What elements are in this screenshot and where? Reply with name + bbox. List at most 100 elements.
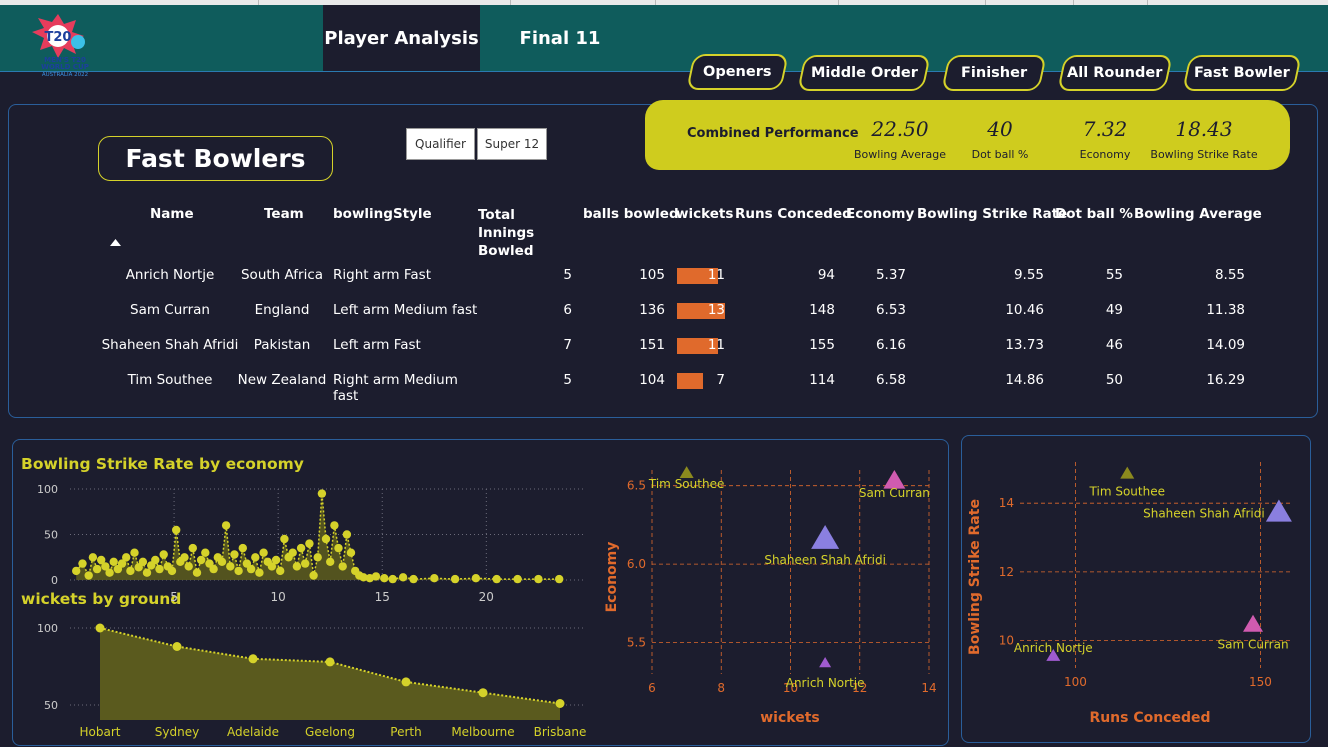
chart1-point (326, 557, 335, 566)
chart1-point (301, 559, 310, 568)
chart1-point (292, 562, 302, 571)
chart1-point (534, 574, 543, 584)
chart3-ytick-label: 6.5 (627, 479, 646, 493)
chart4-point (1120, 466, 1135, 479)
chart1-point (296, 543, 306, 553)
chart1-point (450, 574, 460, 584)
chart2-category-label: Melbourne (451, 725, 514, 739)
chart1-point (271, 555, 281, 565)
chart4-point-label: Sam Curran (1217, 638, 1288, 652)
chart1-point (251, 553, 260, 562)
chart1-point (513, 574, 522, 584)
chart4-ytick-label: 14 (999, 496, 1014, 510)
chart2-category-label: Adelaide (227, 725, 279, 739)
chart4-y-axis-title: Bowling Strike Rate (967, 499, 983, 655)
chart1-point (280, 534, 289, 544)
chart1-xtick-label: 10 (271, 590, 286, 604)
chart1-point (130, 548, 139, 557)
chart1-ytick-label: 100 (37, 483, 58, 496)
chart1-point (313, 553, 322, 562)
chart4-xtick-label: 100 (1064, 675, 1087, 689)
chart1-point (221, 521, 231, 530)
chart1-point (338, 562, 347, 571)
chart3-point (811, 525, 840, 549)
chart1-point (172, 525, 181, 535)
chart1-xtick-label: 15 (375, 590, 390, 604)
chart1-point (196, 555, 206, 565)
chart4-x-axis-title: Runs Conceded (1089, 710, 1210, 726)
chart2-category-label: Sydney (155, 725, 199, 739)
chart3-point-label: Anrich Nortje (786, 676, 865, 690)
chart1-point (159, 550, 168, 559)
chart1-point (555, 574, 564, 584)
chart3-xtick-label: 14 (921, 681, 936, 695)
chart4-point-label: Shaheen Shah Afridi (1143, 506, 1265, 520)
chart1-point (184, 562, 193, 571)
chart1-point (246, 564, 256, 574)
chart3-point-label: Shaheen Shah Afridi (764, 553, 886, 567)
chart3-ytick-label: 5.5 (627, 636, 646, 650)
chart1-point (342, 530, 352, 539)
chart1-point (109, 557, 118, 566)
chart4-xtick-label: 150 (1249, 675, 1272, 689)
chart1-point (72, 566, 81, 576)
chart2-point (401, 677, 411, 687)
chart1-point (346, 548, 356, 557)
chart3-y-axis-title: Economy (604, 542, 620, 613)
chart1-point (305, 539, 314, 548)
chart1-ytick-label: 50 (44, 529, 58, 542)
chart1-point (209, 564, 218, 574)
chart1-point (276, 566, 285, 576)
chart1-point (167, 566, 177, 576)
chart1-point (409, 574, 418, 584)
chart1-point (88, 553, 98, 562)
chart1-point (330, 521, 339, 530)
chart1-point (430, 574, 439, 583)
chart1-point (201, 548, 210, 557)
chart4-ytick-label: 12 (999, 565, 1014, 579)
chart1-point (317, 489, 327, 498)
strike-rate-economy-chart: 0 50 100 5 10 15 20 50 100 Hobart Sydney Adelaide Ge… (37, 462, 1292, 739)
chart3-x-axis-title: wickets (760, 710, 820, 726)
chart3-xtick-label: 8 (717, 681, 725, 695)
chart1-point (84, 571, 93, 580)
chart1-point (238, 543, 247, 553)
chart2-ytick-label: 50 (44, 699, 58, 712)
chart1-xtick-label: 20 (479, 590, 494, 604)
chart1-point (259, 548, 268, 557)
chart3-xtick-label: 6 (648, 681, 656, 695)
chart1-point (78, 559, 87, 568)
chart4-point (1265, 499, 1292, 522)
chart1-point (288, 548, 297, 557)
chart2-point (95, 623, 105, 633)
chart1-point (398, 573, 408, 582)
chart1-point (217, 557, 227, 566)
chart1-point (234, 566, 243, 576)
chart1-point (142, 568, 152, 577)
chart1-point (226, 562, 235, 571)
chart1-point (92, 564, 102, 574)
chart2-category-label: Brisbane (534, 725, 587, 739)
chart1-xtick-label: 5 (170, 590, 178, 604)
chart1-point (230, 550, 239, 559)
chart1-point (255, 568, 264, 577)
chart2-category-label: Geelong (305, 725, 355, 739)
chart2-point (555, 699, 565, 708)
chart3-point-label: Sam Curran (859, 486, 930, 500)
chart2-category-label: Perth (390, 725, 421, 739)
chart1-ytick-label: 0 (51, 574, 58, 587)
chart2-point (478, 688, 488, 698)
chart4-point-label: Anrich Nortje (1014, 641, 1093, 655)
chart3-ytick-label: 6.0 (627, 557, 646, 571)
chart1-point (122, 553, 131, 562)
chart1-point (334, 543, 343, 553)
chart2-area (100, 628, 560, 720)
chart1-point (321, 534, 331, 544)
chart4-ytick-label: 10 (999, 634, 1014, 648)
chart2-point (325, 657, 335, 667)
chart1-point (105, 568, 114, 577)
chart1-point (155, 564, 164, 574)
chart1-point (371, 572, 381, 581)
chart1-point (492, 574, 501, 584)
chart2-ytick-label: 100 (37, 622, 58, 635)
